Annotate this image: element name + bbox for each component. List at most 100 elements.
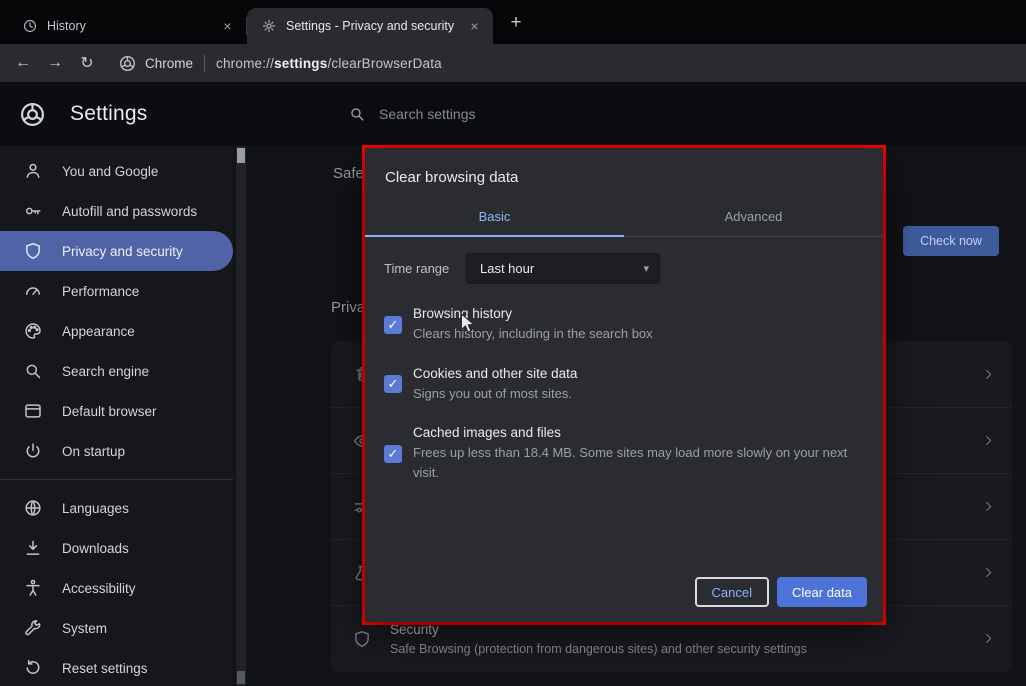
option-checkbox-1[interactable]: ✓ [384, 375, 402, 393]
option-row-2: ✓ Cached images and files Frees up less th… [384, 425, 864, 482]
scrollbar-down-button[interactable] [237, 671, 245, 684]
sidebar-item-performance[interactable]: Performance [0, 271, 233, 311]
wrench-icon [23, 618, 43, 638]
search-icon [23, 361, 43, 381]
url-brand-label: Chrome [145, 56, 193, 71]
chrome-logo-icon [18, 100, 47, 129]
safety-check-heading: Safe [333, 165, 364, 182]
address-bar[interactable]: chrome://settings/clearBrowserData [216, 56, 442, 71]
sidebar: You and Google Autofill and passwords Priv… [0, 146, 233, 686]
new-tab-button[interactable]: + [502, 9, 530, 37]
option-description: Frees up less than 18.4 MB. Some sites m… [413, 443, 858, 482]
chrome-window: History × Settings - Privacy and securit… [0, 0, 1026, 686]
option-label: Cookies and other site data [413, 366, 577, 381]
dialog-body: Time range Last hour ▾ ✓Browsing history… [365, 237, 883, 577]
time-range-label: Time range [384, 261, 466, 276]
time-range-row: Time range Last hour ▾ [384, 253, 864, 284]
browser-icon [23, 401, 43, 421]
sidebar-item-label: Autofill and passwords [62, 204, 197, 219]
sidebar-item-label: Privacy and security [62, 244, 183, 259]
cancel-button[interactable]: Cancel [695, 577, 769, 607]
row-subtitle: Safe Browsing (protection from dangerous… [390, 642, 807, 656]
power-icon [23, 441, 43, 461]
sidebar-item-label: Reset settings [62, 661, 148, 676]
chevron-right-icon [982, 500, 995, 513]
clear-browsing-data-dialog: Clear browsing data Basic Advanced Time … [365, 148, 883, 622]
sidebar-scrollbar[interactable] [236, 146, 246, 686]
option-description: Signs you out of most sites. [413, 384, 577, 404]
tab-title: Settings - Privacy and security [286, 19, 458, 33]
download-icon [23, 538, 43, 558]
shield-icon [23, 241, 43, 261]
sidebar-item-reset-settings[interactable]: Reset settings [0, 648, 233, 686]
sidebar-item-you-and-google[interactable]: You and Google [0, 151, 233, 191]
time-range-value: Last hour [480, 261, 534, 276]
shield-icon [352, 629, 372, 649]
dialog-tabs: Basic Advanced [365, 201, 883, 237]
clear-data-button[interactable]: Clear data [777, 577, 867, 607]
sidebar-item-label: Appearance [62, 324, 135, 339]
close-tab-icon[interactable]: × [219, 18, 236, 35]
sidebar-item-appearance[interactable]: Appearance [0, 311, 233, 351]
sidebar-divider [0, 479, 233, 480]
chevron-right-icon [982, 566, 995, 579]
sidebar-item-accessibility[interactable]: Accessibility [0, 568, 233, 608]
chevron-right-icon [982, 434, 995, 447]
sidebar-item-label: Default browser [62, 404, 157, 419]
tab-settings[interactable]: Settings - Privacy and security × [247, 8, 493, 44]
site-chrome-icon [118, 54, 137, 73]
dialog-actions: Cancel Clear data [365, 577, 883, 622]
sidebar-item-label: You and Google [62, 164, 158, 179]
sidebar-item-autofill[interactable]: Autofill and passwords [0, 191, 233, 231]
sidebar-item-privacy[interactable]: Privacy and security [0, 231, 233, 271]
sidebar-item-label: Downloads [62, 541, 129, 556]
sidebar-item-label: Accessibility [62, 581, 136, 596]
option-row-0: ✓Browsing historyClears history, includi… [384, 306, 864, 344]
settings-search-input[interactable]: Search settings [348, 105, 476, 123]
browser-toolbar: ← → ↻ Chrome chrome://settings/clearBrow… [0, 44, 1026, 82]
annotation-rectangle: Clear browsing data Basic Advanced Time … [362, 145, 886, 625]
option-description: Clears history, including in the search … [413, 324, 653, 344]
sidebar-item-label: Search engine [62, 364, 149, 379]
key-icon [23, 201, 43, 221]
globe-icon [23, 498, 43, 518]
chevron-right-icon [982, 632, 995, 645]
privacy-section-heading: Priva [331, 299, 365, 316]
option-label: Cached images and files [413, 425, 858, 440]
settings-header: Settings Search settings [0, 82, 1026, 146]
time-range-select[interactable]: Last hour ▾ [466, 253, 660, 284]
person-icon [23, 161, 43, 181]
option-list: ✓Browsing historyClears history, includi… [384, 306, 864, 482]
sidebar-item-label: On startup [62, 444, 125, 459]
sidebar-item-on-startup[interactable]: On startup [0, 431, 233, 471]
tab-advanced[interactable]: Advanced [624, 201, 883, 236]
sidebar-item-label: Performance [62, 284, 139, 299]
tab-strip: History × Settings - Privacy and securit… [0, 0, 1026, 44]
sidebar-item-search-engine[interactable]: Search engine [0, 351, 233, 391]
tab-title: History [47, 19, 211, 33]
reload-button[interactable]: ↻ [72, 48, 102, 78]
sidebar-item-downloads[interactable]: Downloads [0, 528, 233, 568]
back-button[interactable]: ← [8, 48, 38, 78]
dialog-title: Clear browsing data [365, 148, 883, 201]
close-tab-icon[interactable]: × [466, 18, 483, 35]
sidebar-item-system[interactable]: System [0, 608, 233, 648]
scrollbar-thumb[interactable] [237, 148, 245, 163]
option-checkbox-2[interactable]: ✓ [384, 445, 402, 463]
tab-history[interactable]: History × [8, 8, 246, 44]
search-icon [348, 105, 366, 123]
search-placeholder: Search settings [379, 106, 476, 122]
reset-icon [23, 658, 43, 678]
mouse-cursor [460, 313, 478, 335]
sidebar-item-languages[interactable]: Languages [0, 488, 233, 528]
tab-basic[interactable]: Basic [365, 201, 624, 236]
sidebar-item-label: Languages [62, 501, 129, 516]
accessibility-icon [23, 578, 43, 598]
page-title: Settings [70, 102, 147, 126]
option-row-1: ✓ Cookies and other site data Signs you ou… [384, 366, 864, 404]
speedometer-icon [23, 281, 43, 301]
forward-button[interactable]: → [40, 48, 70, 78]
check-now-button[interactable]: Check now [903, 226, 999, 256]
sidebar-item-default-browser[interactable]: Default browser [0, 391, 233, 431]
option-checkbox-0[interactable]: ✓ [384, 316, 402, 334]
